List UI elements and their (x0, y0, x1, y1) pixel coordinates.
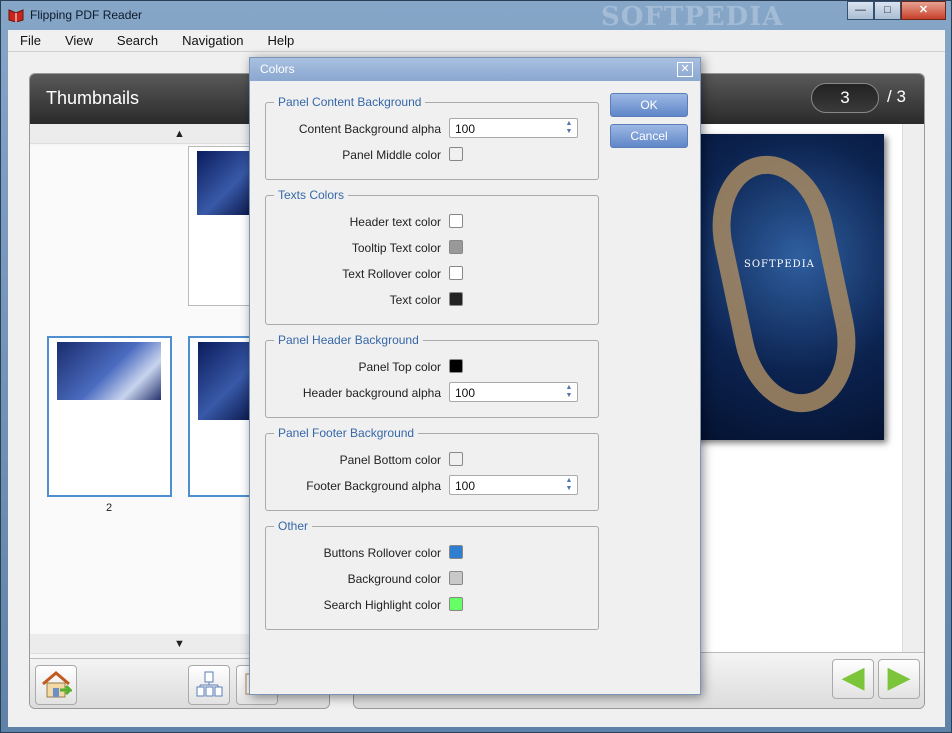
content-background-alpha-spinner[interactable]: 100 ▲ ▼ (449, 118, 578, 138)
group-title: Panel Footer Background (274, 426, 419, 440)
minimize-button[interactable]: — (847, 1, 874, 20)
menu-view[interactable]: View (53, 30, 105, 51)
text-rollover-color-swatch[interactable] (449, 266, 463, 280)
footer-background-alpha-label: Footer Background alpha (306, 479, 441, 493)
thumbnail-page-3[interactable] (188, 336, 252, 497)
viewer-scrollbar[interactable] (902, 124, 924, 654)
close-button[interactable]: ✕ (901, 1, 946, 20)
header-background-alpha-label: Header background alpha (302, 386, 441, 400)
group-panel-content-background: Panel Content Background Content Backgro… (265, 95, 599, 180)
group-panel-footer-background: Panel Footer Background Panel Bottom col… (265, 426, 599, 511)
group-other: Other Buttons Rollover color Background … (265, 519, 599, 630)
group-title: Panel Header Background (274, 333, 423, 347)
panel-middle-color-swatch[interactable] (449, 147, 463, 161)
menu-navigation[interactable]: Navigation (170, 30, 255, 51)
panel-top-color-swatch[interactable] (449, 359, 463, 373)
search-highlight-color-label: Search Highlight color (323, 598, 441, 612)
header-text-color-swatch[interactable] (449, 214, 463, 228)
ok-button[interactable]: OK (610, 93, 688, 117)
menu-bar: File View Search Navigation Help (8, 30, 945, 52)
app-window: Flipping PDF Reader SOFTPEDIA — □ ✕ File… (0, 0, 952, 733)
spinner-value: 100 (455, 386, 476, 400)
spinner-value: 100 (455, 479, 476, 493)
buttons-rollover-color-swatch[interactable] (449, 545, 463, 559)
thumbnail-view-icon (196, 671, 223, 697)
thumbnail-view-button[interactable] (188, 665, 230, 705)
app-logo-icon (8, 9, 24, 22)
thumbnail-page-1[interactable] (188, 146, 252, 306)
tooltip-text-color-label: Tooltip Text color (351, 241, 441, 255)
group-title: Panel Content Background (274, 95, 426, 109)
search-highlight-color-swatch[interactable] (449, 597, 463, 611)
group-panel-header-background: Panel Header Background Panel Top color … (265, 333, 599, 418)
panel-bottom-color-label: Panel Bottom color (339, 453, 441, 467)
menu-file[interactable]: File (8, 30, 53, 51)
page-image: SOFTPEDIA (694, 134, 884, 440)
tooltip-text-color-swatch[interactable] (449, 240, 463, 254)
thumbnail-image (197, 151, 249, 215)
content-background-alpha-label: Content Background alpha (298, 122, 441, 136)
buttons-rollover-color-label: Buttons Rollover color (323, 546, 441, 560)
thumbnail-image (198, 342, 250, 420)
watermark: SOFTPEDIA (601, 2, 784, 32)
spinner-value: 100 (455, 122, 476, 136)
arrow-left-icon: ◀ (841, 661, 865, 694)
text-color-swatch[interactable] (449, 292, 463, 306)
panel-middle-color-label: Panel Middle color (342, 148, 441, 162)
text-rollover-color-label: Text Rollover color (342, 267, 441, 281)
dialog-title-bar: Colors ✕ (250, 58, 700, 81)
page-number-input[interactable]: 3 (811, 83, 879, 113)
previous-page-button[interactable]: ◀ (832, 659, 874, 699)
spinner-arrows-icon[interactable]: ▲ ▼ (564, 384, 574, 400)
menu-help[interactable]: Help (256, 30, 307, 51)
thumbnail-image (57, 342, 161, 400)
thumbnails-title: Thumbnails (46, 88, 140, 108)
arrow-right-icon: ▶ (887, 661, 911, 694)
panel-bottom-color-swatch[interactable] (449, 452, 463, 466)
group-title: Other (274, 519, 313, 533)
text-color-label: Text color (389, 293, 441, 307)
header-text-color-label: Header text color (349, 215, 441, 229)
background-color-swatch[interactable] (449, 571, 463, 585)
home-icon (42, 671, 74, 698)
menu-search[interactable]: Search (105, 30, 170, 51)
group-title: Texts Colors (274, 188, 349, 202)
thumbnail-label: 2 (106, 502, 113, 514)
page-artwork (698, 144, 870, 424)
footer-background-alpha-spinner[interactable]: 100 ▲ ▼ (449, 475, 578, 495)
title-bar: Flipping PDF Reader SOFTPEDIA — □ ✕ (1, 1, 951, 32)
dialog-close-button[interactable]: ✕ (677, 62, 693, 77)
group-texts-colors: Texts Colors Header text color Tooltip T… (265, 188, 599, 325)
background-color-label: Background color (347, 572, 441, 586)
next-page-button[interactable]: ▶ (878, 659, 920, 699)
maximize-button[interactable]: □ (874, 1, 901, 20)
page-brand-text: SOFTPEDIA (744, 259, 815, 270)
page-total: / 3 (887, 87, 906, 106)
colors-dialog: Colors ✕ OK Cancel Panel Content Backgro… (249, 57, 701, 695)
header-background-alpha-spinner[interactable]: 100 ▲ ▼ (449, 382, 578, 402)
spinner-arrows-icon[interactable]: ▲ ▼ (564, 120, 574, 136)
thumbnail-page-2[interactable] (47, 336, 172, 497)
dialog-title: Colors (260, 62, 295, 76)
cancel-button[interactable]: Cancel (610, 124, 688, 148)
window-controls: — □ ✕ (847, 1, 946, 20)
window-title: Flipping PDF Reader (30, 8, 143, 22)
home-button[interactable] (35, 665, 77, 705)
spinner-arrows-icon[interactable]: ▲ ▼ (564, 477, 574, 493)
panel-top-color-label: Panel Top color (358, 360, 442, 374)
